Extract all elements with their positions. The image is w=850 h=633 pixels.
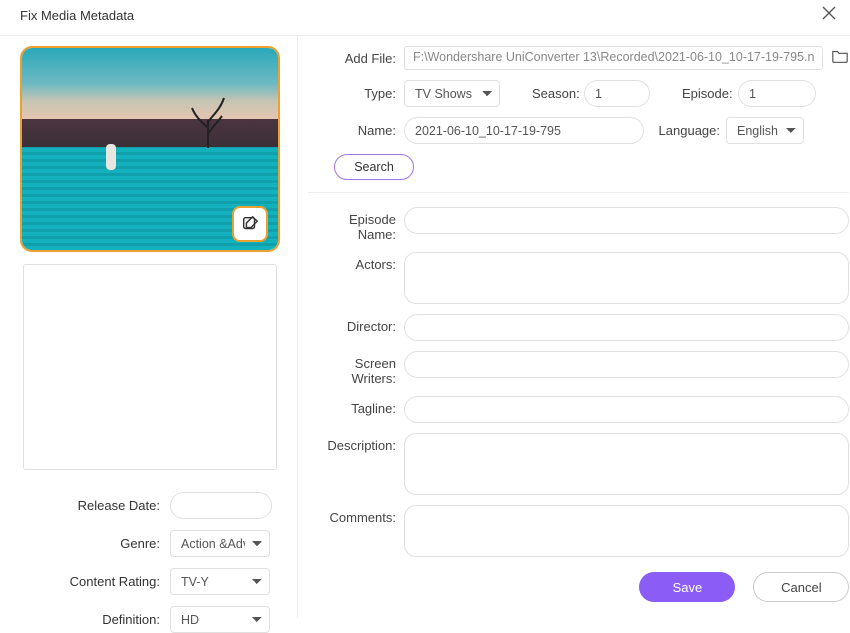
type-select[interactable]: TV Shows	[404, 80, 500, 107]
comments-textarea[interactable]	[404, 505, 849, 557]
search-button[interactable]: Search	[334, 154, 414, 180]
left-panel: Release Date: Genre: Action &Adv Content…	[0, 36, 298, 618]
right-panel: Add File: F:\Wondershare UniConverter 13…	[298, 36, 850, 618]
section-divider	[308, 192, 849, 193]
definition-label: Definition:	[20, 612, 170, 627]
content-rating-label: Content Rating:	[20, 574, 170, 589]
language-label: Language:	[644, 123, 726, 138]
type-label: Type:	[308, 86, 404, 101]
actors-textarea[interactable]	[404, 252, 849, 304]
definition-select[interactable]: HD	[170, 606, 270, 633]
season-label: Season:	[532, 86, 584, 101]
season-input[interactable]	[584, 80, 650, 107]
add-file-label: Add File:	[308, 51, 404, 66]
edit-thumbnail-button[interactable]	[232, 206, 268, 242]
language-select[interactable]: English	[726, 117, 804, 144]
browse-folder-button[interactable]	[831, 48, 849, 69]
release-date-input[interactable]	[170, 492, 272, 519]
actors-label: Actors:	[308, 252, 404, 272]
tagline-input[interactable]	[404, 396, 849, 423]
close-button[interactable]	[822, 6, 836, 25]
screen-writers-label: Screen Writers:	[308, 351, 404, 386]
name-label: Name:	[308, 123, 404, 138]
description-label: Description:	[308, 433, 404, 453]
save-button[interactable]: Save	[639, 572, 735, 602]
video-thumbnail[interactable]	[20, 46, 280, 252]
episode-name-label: Episode Name:	[308, 207, 404, 242]
release-date-label: Release Date:	[20, 498, 170, 513]
file-path-display: F:\Wondershare UniConverter 13\Recorded\…	[404, 46, 823, 70]
screen-writers-input[interactable]	[404, 351, 849, 378]
director-input[interactable]	[404, 314, 849, 341]
episode-label: Episode:	[682, 86, 738, 101]
poster-placeholder[interactable]	[23, 264, 277, 470]
genre-label: Genre:	[20, 536, 170, 551]
content-rating-select[interactable]: TV-Y	[170, 568, 270, 595]
director-label: Director:	[308, 314, 404, 334]
cancel-button[interactable]: Cancel	[753, 572, 849, 602]
title-bar: Fix Media Metadata	[0, 0, 850, 36]
tagline-label: Tagline:	[308, 396, 404, 416]
description-textarea[interactable]	[404, 433, 849, 495]
episode-input[interactable]	[738, 80, 816, 107]
genre-select[interactable]: Action &Adv	[170, 530, 270, 557]
comments-label: Comments:	[308, 505, 404, 525]
episode-name-input[interactable]	[404, 207, 849, 234]
name-input[interactable]	[404, 117, 644, 144]
window-title: Fix Media Metadata	[20, 8, 134, 23]
